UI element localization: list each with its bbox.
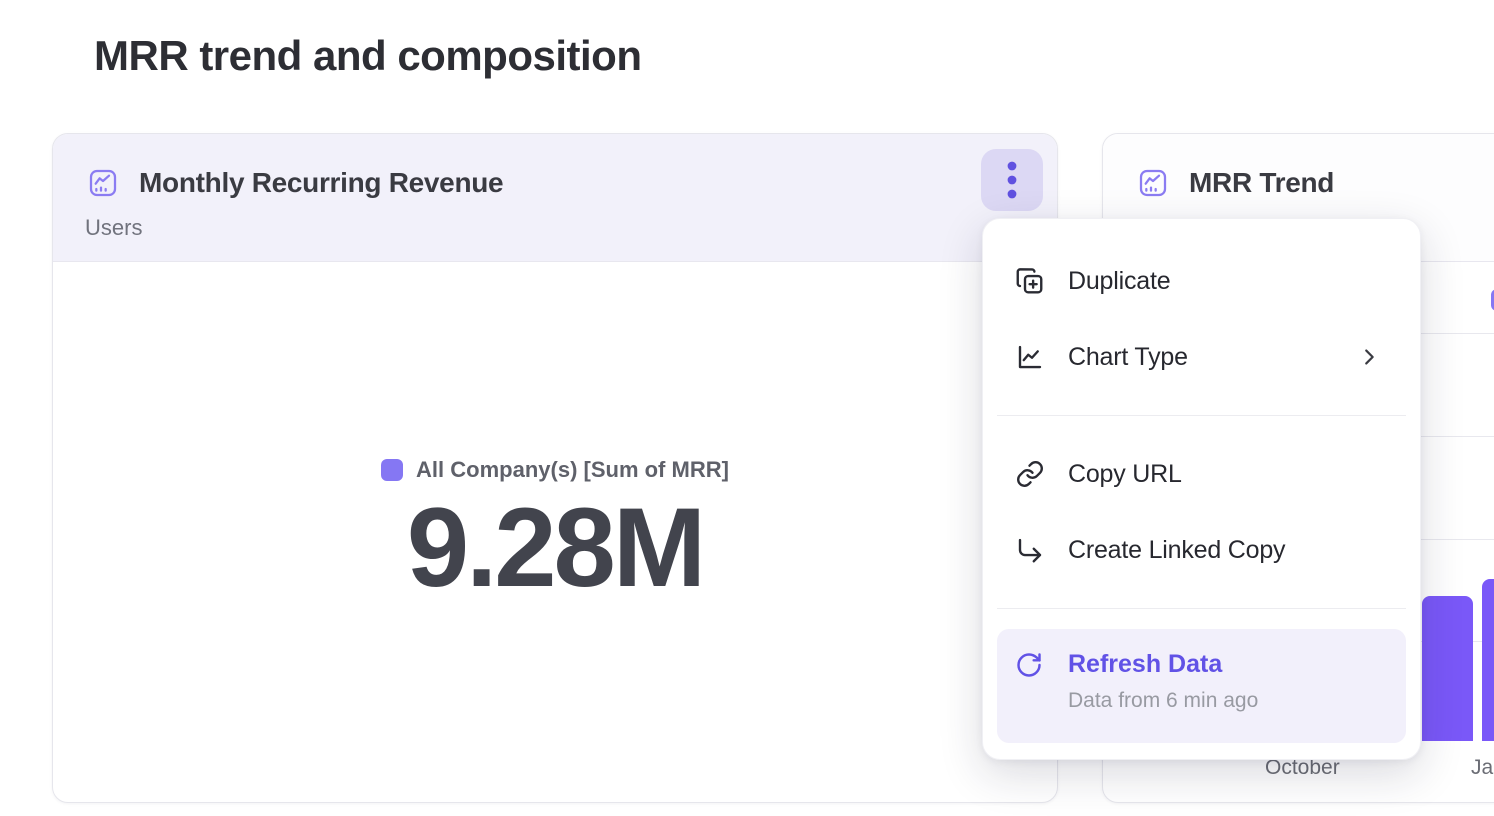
menu-item-label: Chart Type xyxy=(1068,343,1188,372)
bar xyxy=(1482,579,1494,741)
kebab-icon xyxy=(1007,160,1017,200)
refresh-data-sublabel: Data from 6 min ago xyxy=(1068,688,1258,714)
legend-label: All Company(s) [Sum of MRR] xyxy=(416,457,729,483)
menu-item-chart-type[interactable]: Chart Type xyxy=(997,319,1406,395)
menu-item-label: Duplicate xyxy=(1068,267,1170,296)
x-axis-label: Ja xyxy=(1471,756,1493,780)
card-context-menu: Duplicate Chart Type Copy URL Create Lin… xyxy=(982,218,1421,760)
menu-divider xyxy=(997,608,1406,609)
mrr-kpi-card: Monthly Recurring Revenue Users All Comp… xyxy=(52,133,1058,803)
menu-divider xyxy=(997,415,1406,416)
legend-swatch xyxy=(381,459,403,481)
menu-item-duplicate[interactable]: Duplicate xyxy=(997,243,1406,319)
card-subtitle: Users xyxy=(85,215,1057,241)
combo-chart-icon xyxy=(1137,167,1169,199)
page-title: MRR trend and composition xyxy=(94,32,642,80)
refresh-data-label: Refresh Data xyxy=(1068,649,1258,679)
card-title: MRR Trend xyxy=(1189,167,1334,199)
menu-item-copy-url[interactable]: Copy URL xyxy=(997,436,1406,512)
kpi-value: 9.28M xyxy=(407,489,703,607)
link-icon xyxy=(1015,459,1045,489)
menu-item-create-linked-copy[interactable]: Create Linked Copy xyxy=(997,512,1406,588)
menu-item-label: Create Linked Copy xyxy=(1068,536,1285,565)
bar xyxy=(1422,596,1473,741)
chevron-right-icon xyxy=(1358,346,1380,368)
kpi-content: All Company(s) [Sum of MRR] 9.28M xyxy=(53,262,1057,802)
menu-item-refresh-data[interactable]: Refresh Data Data from 6 min ago xyxy=(997,629,1406,743)
linked-copy-icon xyxy=(1015,535,1045,565)
chart-type-icon xyxy=(1015,342,1045,372)
card-options-kebab-button[interactable] xyxy=(981,149,1043,211)
mrr-card-header: Monthly Recurring Revenue Users xyxy=(53,134,1057,262)
combo-chart-icon xyxy=(87,167,119,199)
duplicate-icon xyxy=(1015,266,1045,296)
refresh-icon xyxy=(1015,651,1043,679)
menu-item-label: Copy URL xyxy=(1068,460,1182,489)
card-title: Monthly Recurring Revenue xyxy=(139,167,503,199)
kpi-legend: All Company(s) [Sum of MRR] xyxy=(381,457,729,483)
